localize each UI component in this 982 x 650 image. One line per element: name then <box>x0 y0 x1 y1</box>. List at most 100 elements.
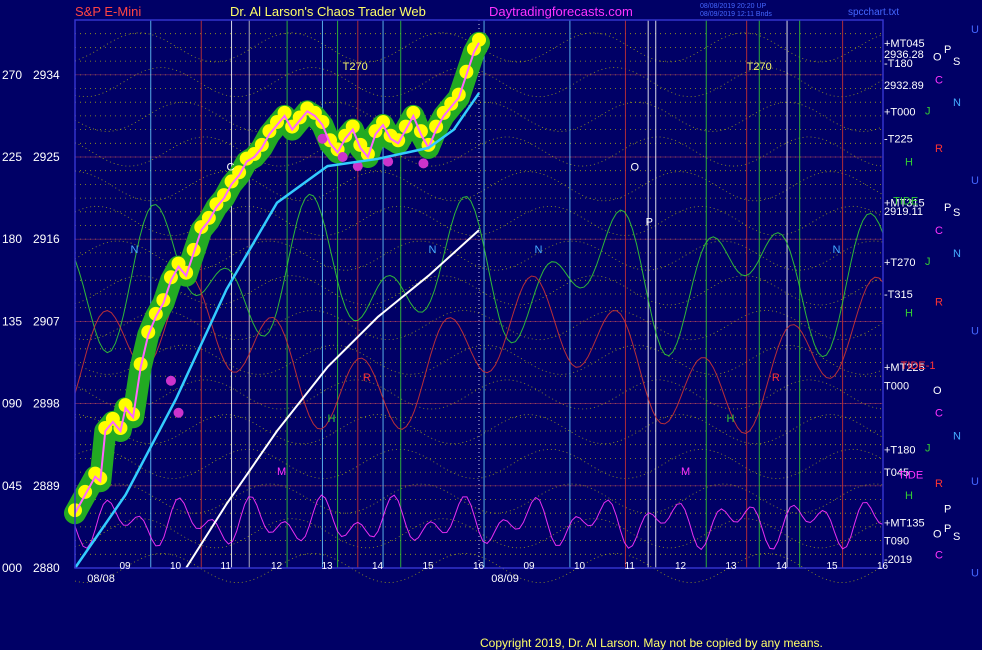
y-tick-price: 2934 <box>33 68 60 82</box>
symbol-title: S&P E-Mini <box>75 4 141 19</box>
side-letter: J <box>925 256 931 268</box>
y-tick-price: 2889 <box>33 479 60 493</box>
low-marker <box>337 152 348 162</box>
side-letter: U <box>971 568 979 580</box>
side-letter: J <box>925 105 931 117</box>
side-letter: H <box>905 490 913 502</box>
side-letter: R <box>935 143 943 155</box>
y-tick-price: 2925 <box>33 150 60 164</box>
level-label: -T180 <box>884 58 913 70</box>
x-tick-label: 14 <box>372 561 384 572</box>
low-marker <box>165 375 176 386</box>
side-letter: U <box>971 476 979 488</box>
side-letter: S <box>953 531 960 543</box>
level-label: +T000 <box>884 106 916 118</box>
side-letter: C <box>935 225 943 237</box>
x-tick-label: 11 <box>625 561 636 572</box>
site-url[interactable]: Daytradingforecasts.com <box>489 4 633 19</box>
y-tick-price: 2880 <box>33 561 60 575</box>
level-label: +T180 <box>884 444 916 456</box>
chart-annotation: R <box>772 372 780 384</box>
side-letter: C <box>935 408 943 420</box>
level-label: 2919.11 <box>884 206 923 218</box>
y-tick-price: 2916 <box>33 232 60 246</box>
date-label: 08/09 <box>491 573 519 585</box>
side-letter: O <box>933 528 942 540</box>
y-tick-angle: 225 <box>2 150 22 164</box>
chart-annotation: M <box>277 466 286 478</box>
chart-annotation: M <box>681 466 690 478</box>
side-letter: O <box>933 52 942 64</box>
side-letter: P <box>944 44 951 56</box>
x-tick-label: 12 <box>675 561 687 572</box>
chart-annotation: N <box>833 244 841 256</box>
level-label: -2019 <box>884 554 912 566</box>
chart-annotation: R <box>363 372 371 384</box>
level-label: T000 <box>884 380 909 392</box>
level-label: +MT135 <box>884 517 925 529</box>
chart-annotation: O <box>631 162 640 174</box>
timestamp-2: 08/09/2019 12:11 Bnds <box>700 11 772 18</box>
file-label: spcchart.txt <box>848 7 899 18</box>
chart-annotation: T270 <box>747 61 772 73</box>
site-title: Dr. Al Larson's Chaos Trader Web <box>230 4 426 19</box>
chart-annotation: T270 <box>343 61 368 73</box>
x-tick-label: 13 <box>726 561 738 572</box>
x-tick-label: 09 <box>120 561 132 572</box>
chart-annotation: P <box>646 217 653 229</box>
level-label: -T315 <box>884 289 913 301</box>
side-letter: P <box>944 504 951 516</box>
side-letter: N <box>953 431 961 443</box>
side-letter: U <box>971 24 979 36</box>
side-letter: O <box>933 385 942 397</box>
x-tick-label: 16 <box>473 561 485 572</box>
chart-svg: 000 2880 045 2889 090 2898 135 2907 180 2916 225 29… <box>0 0 982 650</box>
side-letter: P <box>944 523 951 535</box>
level-label: -T225 <box>884 134 913 146</box>
y-tick-price: 2907 <box>33 314 60 328</box>
chart-annotation: H <box>726 413 734 425</box>
timestamp-1: 08/08/2019 20:20 UP <box>700 3 766 10</box>
x-tick-label: 14 <box>776 561 788 572</box>
y-tick-angle: 135 <box>2 314 22 328</box>
side-letter: U <box>971 175 979 187</box>
chart-annotation: N <box>131 244 139 256</box>
level-label: 2932.89 <box>884 80 924 92</box>
side-letter: P <box>944 202 951 214</box>
y-tick-price: 2898 <box>33 397 60 411</box>
low-marker <box>173 407 184 418</box>
side-letter: S <box>953 56 960 68</box>
side-letter: C <box>935 74 943 86</box>
side-letter: R <box>935 478 943 490</box>
x-tick-label: 15 <box>827 561 839 572</box>
side-letter: U <box>971 326 979 338</box>
x-tick-label: 13 <box>322 561 334 572</box>
x-tick-label: 15 <box>423 561 435 572</box>
y-tick-angle: 000 <box>2 561 22 575</box>
chart-annotation: N <box>535 244 543 256</box>
date-label: 08/08 <box>87 573 115 585</box>
side-letter: H <box>905 307 913 319</box>
chart-annotation: TIDE <box>898 469 923 481</box>
x-tick-label: 10 <box>574 561 586 572</box>
low-marker <box>418 158 429 169</box>
level-label: T090 <box>884 536 909 548</box>
y-tick-angle: 180 <box>2 232 22 246</box>
side-letter: N <box>953 248 961 260</box>
x-tick-label: 11 <box>221 561 232 572</box>
x-tick-label: 09 <box>524 561 536 572</box>
chart-annotation: H <box>328 413 336 425</box>
level-label: +T270 <box>884 257 916 269</box>
x-tick-label: 10 <box>170 561 182 572</box>
chart-annotation: N <box>429 244 437 256</box>
copyright: Copyright 2019, Dr. Al Larson. May not b… <box>480 636 823 650</box>
side-letter: R <box>935 296 943 308</box>
chart-annotation: TIDE <box>893 195 918 207</box>
y-tick-angle: 270 <box>2 68 22 82</box>
chart-annotation: C <box>227 162 235 174</box>
y-tick-angle: 045 <box>2 479 22 493</box>
side-letter: H <box>905 157 913 169</box>
side-letter: J <box>925 442 931 454</box>
x-tick-label: 12 <box>271 561 283 572</box>
y-tick-angle: 090 <box>2 397 22 411</box>
